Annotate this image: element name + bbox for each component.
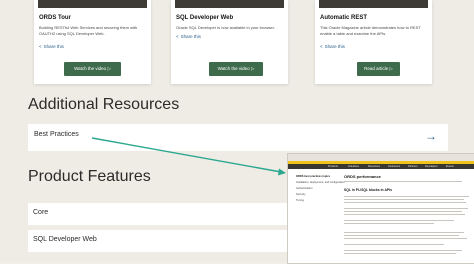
annotation-arrow [91, 137, 286, 176]
